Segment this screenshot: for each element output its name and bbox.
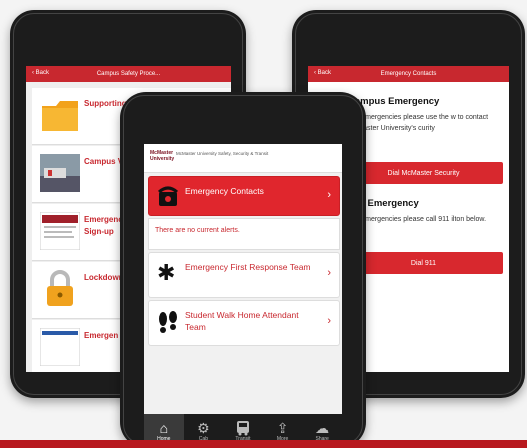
alerts-panel: There are no current alerts.	[148, 218, 340, 250]
first-response-button[interactable]: ✱ Emergency First Response Team ›	[148, 252, 340, 298]
padlock-icon	[40, 270, 80, 308]
right-title: Emergency Contacts	[380, 71, 437, 77]
red-floor-band	[0, 440, 527, 448]
bus-icon	[236, 421, 249, 436]
star-of-life-icon: ✱	[157, 260, 176, 285]
list-item-label: Emergenc Sign-up	[84, 215, 123, 236]
first-response-label: Emergency First Response Team	[185, 262, 311, 272]
photo-icon	[40, 154, 80, 192]
chevron-right-icon: ›	[327, 189, 331, 201]
left-nav-bar: ‹ Back Campus Safety Proce...	[26, 66, 231, 82]
section-text: ous emergencies please call 911 ilton be…	[348, 216, 487, 223]
home-icon: ⌂	[159, 420, 169, 436]
list-item-label: Lockdown	[84, 273, 124, 282]
left-title: Campus Safety Proce...	[96, 71, 161, 77]
list-item-label: Campus V	[84, 157, 124, 166]
alerts-text: There are no current alerts.	[155, 227, 240, 234]
dial-911-button[interactable]: Dial 911	[344, 252, 503, 274]
gear-icon: ⚙	[197, 420, 210, 436]
app-header: McMaster University McMaster University …	[144, 144, 342, 173]
share-icon: ⇪	[276, 420, 289, 436]
list-item-label: Emergen	[84, 331, 119, 340]
document-icon	[39, 211, 81, 251]
header-subtitle: McMaster University Safety, Security & T…	[176, 151, 269, 156]
right-nav-bar: ‹ Back Emergency Contacts	[308, 66, 509, 82]
dial-mcmaster-security-button[interactable]: Dial McMaster Security	[344, 162, 503, 184]
walk-home-button[interactable]: Student Walk Home Attendant Team ›	[148, 300, 340, 346]
footprints-icon	[159, 311, 177, 333]
list-item-label: Supporting	[84, 99, 127, 108]
folder-icon	[40, 96, 80, 134]
chat-icon: ☁	[315, 420, 330, 436]
document-icon	[39, 327, 81, 367]
chevron-right-icon: ›	[327, 315, 331, 327]
emergency-contacts-label: Emergency Contacts	[185, 186, 264, 196]
phone-icon	[158, 186, 178, 206]
mcmaster-logo: McMaster University	[150, 150, 175, 162]
section-text: pus emergencies please use the w to cont…	[348, 114, 489, 132]
right-back-button[interactable]: ‹ Back	[314, 70, 331, 76]
center-phone: McMaster University McMaster University …	[120, 92, 366, 448]
left-back-button[interactable]: ‹ Back	[32, 70, 49, 76]
center-screen: McMaster University McMaster University …	[144, 144, 342, 448]
walk-home-label: Student Walk Home Attendant Team	[185, 310, 299, 332]
chevron-right-icon: ›	[327, 267, 331, 279]
emergency-contacts-button[interactable]: Emergency Contacts ›	[148, 176, 340, 216]
